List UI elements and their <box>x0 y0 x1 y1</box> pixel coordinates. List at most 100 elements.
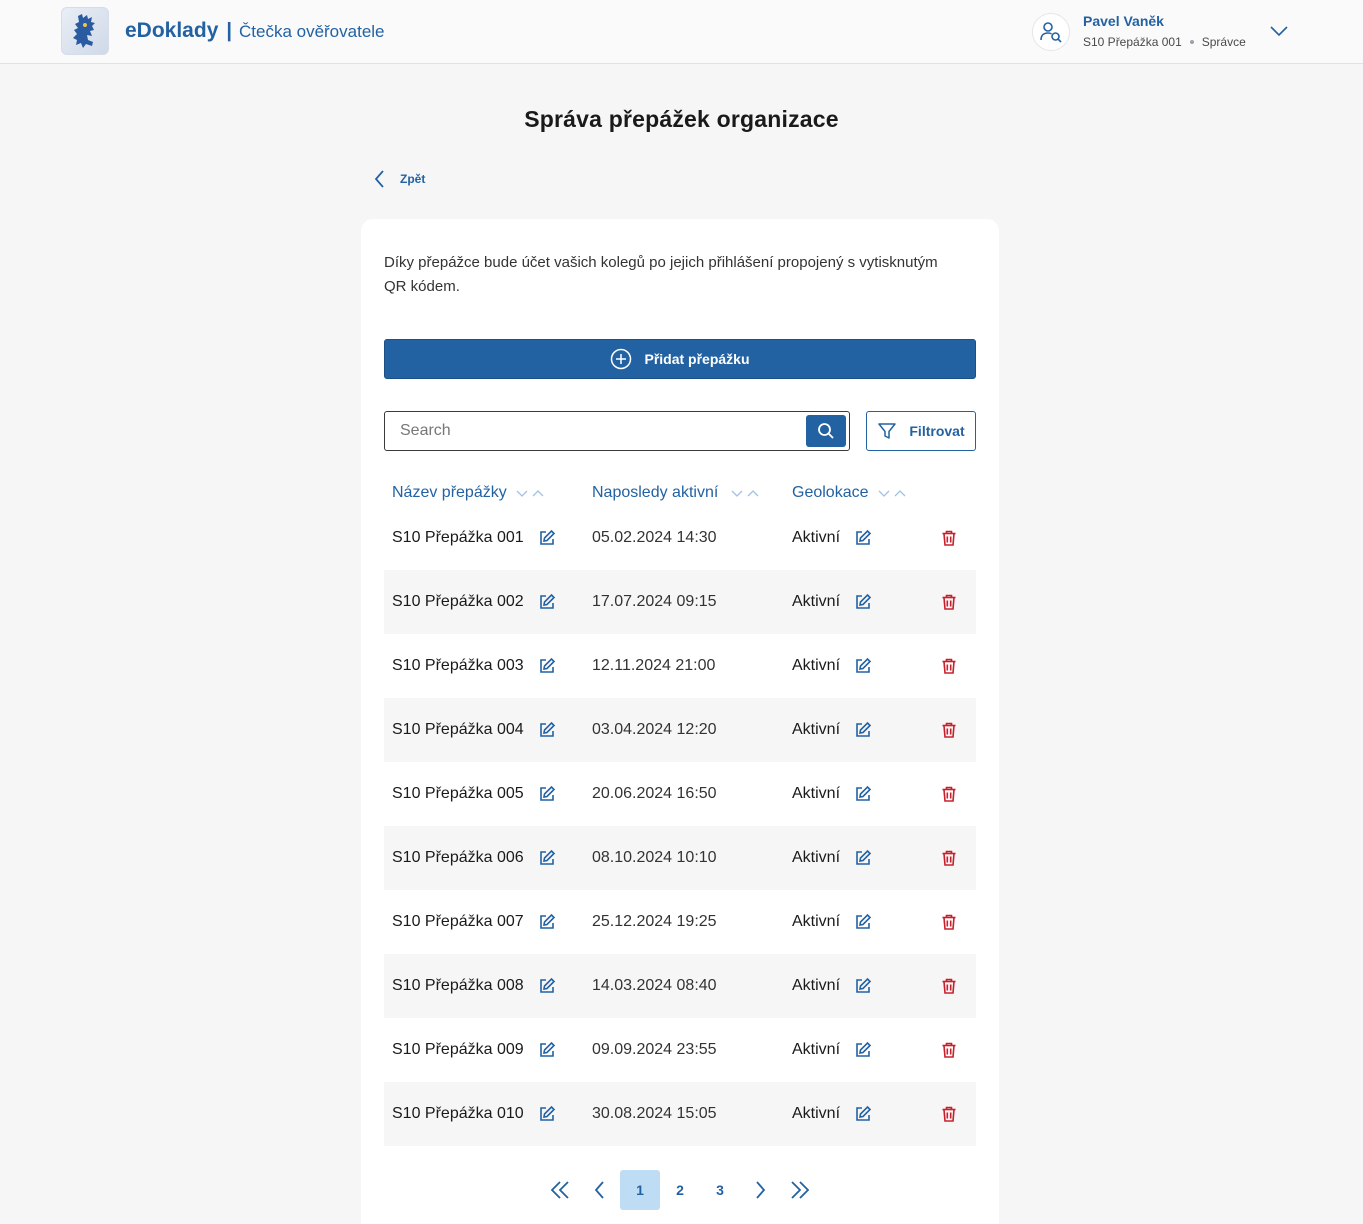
filter-button[interactable]: Filtrovat <box>866 411 976 451</box>
last-active: 14.03.2024 08:40 <box>592 977 717 994</box>
back-label: Zpět <box>400 172 426 186</box>
counter-name: S10 Přepážka 007 <box>392 913 524 930</box>
add-counter-button[interactable]: Přidat přepážku <box>384 339 976 379</box>
edit-icon[interactable] <box>854 721 872 739</box>
edit-icon[interactable] <box>538 529 556 547</box>
table-row: S10 Přepážka 010 30.08.2024 15:05 Aktivn… <box>384 1082 976 1146</box>
brand[interactable]: eDoklady | Čtečka ověřovatele <box>125 19 385 43</box>
counter-name: S10 Přepážka 004 <box>392 721 524 738</box>
add-counter-label: Přidat přepážku <box>644 351 750 367</box>
back-link[interactable]: Zpět <box>372 168 425 190</box>
edit-icon[interactable] <box>854 593 872 611</box>
column-header-label: Název přepážky <box>392 484 507 501</box>
table-row: S10 Přepážka 006 08.10.2024 10:10 Aktivn… <box>384 826 976 890</box>
first-page-button[interactable] <box>540 1170 580 1210</box>
edit-icon[interactable] <box>538 593 556 611</box>
chevron-right-icon <box>756 1181 766 1199</box>
user-search-icon[interactable] <box>1032 13 1070 51</box>
counter-name: S10 Přepážka 003 <box>392 657 524 674</box>
edit-icon[interactable] <box>854 785 872 803</box>
geolocation-status: Aktivní <box>792 977 841 994</box>
pagination: 1 2 3 <box>361 1170 999 1210</box>
page-title: Správa přepážek organizace <box>524 106 839 132</box>
last-active: 09.09.2024 23:55 <box>592 1041 717 1058</box>
edit-icon[interactable] <box>854 913 872 931</box>
geolocation-status: Aktivní <box>792 849 841 866</box>
page-2-button[interactable]: 2 <box>660 1170 700 1210</box>
edit-icon[interactable] <box>538 785 556 803</box>
edit-icon[interactable] <box>538 657 556 675</box>
edit-icon[interactable] <box>854 1041 872 1059</box>
counter-name: S10 Přepážka 001 <box>392 529 524 546</box>
column-header-label: Geolokace <box>792 484 869 501</box>
chevron-down-icon[interactable] <box>1268 22 1290 40</box>
trash-icon[interactable] <box>940 593 958 611</box>
table-row: S10 Přepážka 002 17.07.2024 09:15 Aktivn… <box>384 570 976 634</box>
search-box <box>384 411 850 451</box>
sort-icon[interactable] <box>877 488 909 498</box>
search-input[interactable] <box>385 412 803 450</box>
trash-icon[interactable] <box>940 849 958 867</box>
edit-icon[interactable] <box>854 849 872 867</box>
sort-icon[interactable] <box>515 488 547 498</box>
column-header-label: Naposledy aktivní <box>592 484 719 501</box>
counter-name: S10 Přepážka 005 <box>392 785 524 802</box>
trash-icon[interactable] <box>940 1105 958 1123</box>
table-row: S10 Přepážka 005 20.06.2024 16:50 Aktivn… <box>384 762 976 826</box>
trash-icon[interactable] <box>940 785 958 803</box>
user-name[interactable]: Pavel Vaněk <box>1083 13 1164 29</box>
next-page-button[interactable] <box>740 1170 780 1210</box>
table-row: S10 Přepážka 004 03.04.2024 12:20 Aktivn… <box>384 698 976 762</box>
last-active: 25.12.2024 19:25 <box>592 913 717 930</box>
user-counter: S10 Přepážka 001 <box>1083 35 1182 49</box>
search-icon <box>818 423 834 439</box>
geolocation-status: Aktivní <box>792 657 841 674</box>
last-active: 03.04.2024 12:20 <box>592 721 717 738</box>
separator-dot <box>1189 40 1194 44</box>
table-row: S10 Přepážka 003 12.11.2024 21:00 Aktivn… <box>384 634 976 698</box>
counters-card: Díky přepážce bude účet vašich kolegů po… <box>361 219 999 1224</box>
counter-name: S10 Přepážka 009 <box>392 1041 524 1058</box>
edit-icon[interactable] <box>538 977 556 995</box>
user-role: Správce <box>1201 35 1246 49</box>
lion-coat-of-arms-icon[interactable] <box>61 7 109 55</box>
search-button[interactable] <box>806 415 846 447</box>
column-header-last-active[interactable]: Naposledy aktivní <box>592 484 762 502</box>
edit-icon[interactable] <box>538 721 556 739</box>
edit-icon[interactable] <box>854 977 872 995</box>
trash-icon[interactable] <box>940 977 958 995</box>
trash-icon[interactable] <box>940 529 958 547</box>
brand-subtitle: Čtečka ověřovatele <box>238 22 385 41</box>
sort-icon[interactable] <box>730 488 762 498</box>
edit-icon[interactable] <box>854 657 872 675</box>
edit-icon[interactable] <box>538 913 556 931</box>
last-active: 12.11.2024 21:00 <box>592 657 716 674</box>
edit-icon[interactable] <box>538 1105 556 1123</box>
edit-icon[interactable] <box>854 529 872 547</box>
geolocation-status: Aktivní <box>792 913 841 930</box>
page-1-button[interactable]: 1 <box>620 1170 660 1210</box>
counter-name: S10 Přepážka 006 <box>392 849 524 866</box>
trash-icon[interactable] <box>940 657 958 675</box>
brand-name: eDoklady <box>125 19 219 42</box>
geolocation-status: Aktivní <box>792 721 841 738</box>
previous-page-button[interactable] <box>580 1170 620 1210</box>
trash-icon[interactable] <box>940 721 958 739</box>
counter-name: S10 Přepážka 002 <box>392 593 524 610</box>
chevron-left-icon <box>374 170 384 188</box>
table-row: S10 Přepážka 009 09.09.2024 23:55 Aktivn… <box>384 1018 976 1082</box>
trash-icon[interactable] <box>940 1041 958 1059</box>
page-3-button[interactable]: 3 <box>700 1170 740 1210</box>
last-active: 20.06.2024 16:50 <box>592 785 717 802</box>
double-chevron-left-icon <box>550 1181 569 1199</box>
last-active: 17.07.2024 09:15 <box>592 593 717 610</box>
last-page-button[interactable] <box>780 1170 820 1210</box>
column-header-name[interactable]: Název přepážky <box>392 484 547 502</box>
edit-icon[interactable] <box>538 849 556 867</box>
filter-label: Filtrovat <box>909 423 965 439</box>
column-header-geolocation[interactable]: Geolokace <box>792 484 909 502</box>
edit-icon[interactable] <box>854 1105 872 1123</box>
trash-icon[interactable] <box>940 913 958 931</box>
edit-icon[interactable] <box>538 1041 556 1059</box>
filter-icon <box>878 423 897 439</box>
